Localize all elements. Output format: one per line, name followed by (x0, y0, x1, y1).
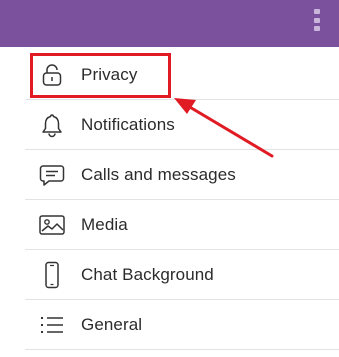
settings-item-general[interactable]: General (0, 300, 339, 350)
settings-item-label: Calls and messages (81, 165, 236, 184)
settings-item-notifications[interactable]: Notifications (0, 100, 339, 150)
list-icon (36, 311, 68, 339)
settings-item-label: Media (81, 215, 128, 234)
lock-icon (36, 61, 68, 89)
settings-item-label: Chat Background (81, 265, 214, 284)
more-vertical-icon[interactable] (313, 9, 321, 31)
settings-item-chat-background[interactable]: Chat Background (0, 250, 339, 300)
divider (25, 349, 339, 350)
settings-list: Privacy Notifications Calls and messages (0, 50, 339, 350)
top-bar (0, 0, 339, 47)
bell-icon (36, 111, 68, 139)
settings-item-media[interactable]: Media (0, 200, 339, 250)
settings-item-privacy[interactable]: Privacy (0, 50, 339, 100)
image-icon (36, 211, 68, 239)
settings-item-label: Privacy (81, 65, 138, 84)
chat-bubble-icon (36, 161, 68, 189)
settings-item-label: Notifications (81, 115, 175, 134)
settings-item-label: General (81, 315, 143, 334)
phone-icon (36, 261, 68, 289)
settings-item-calls-and-messages[interactable]: Calls and messages (0, 150, 339, 200)
